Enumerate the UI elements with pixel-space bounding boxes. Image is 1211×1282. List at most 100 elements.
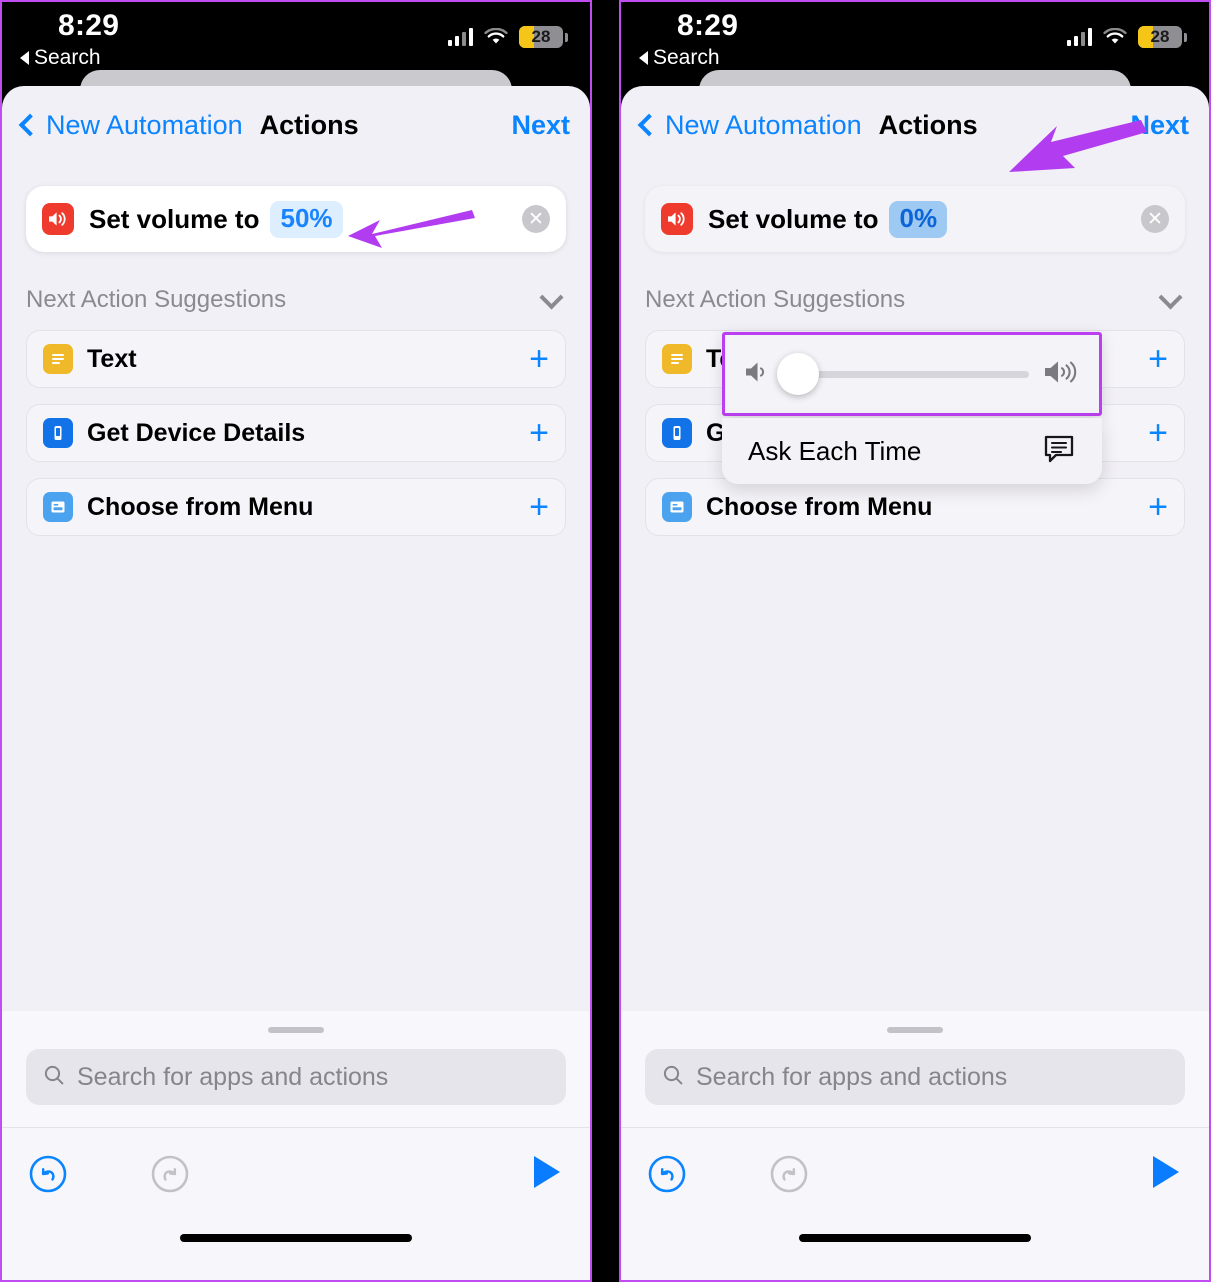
- status-bar-right: 8:29 Search 28: [621, 2, 1209, 74]
- status-time: 8:29: [677, 9, 739, 42]
- play-icon[interactable]: [1147, 1153, 1183, 1196]
- add-action-button[interactable]: +: [1148, 416, 1168, 450]
- search-icon: [661, 1063, 685, 1092]
- actions-scroll-left: Set volume to 50% ✕ Next Action Suggesti…: [2, 164, 590, 1011]
- home-indicator-zone: [621, 1220, 1209, 1280]
- add-action-button[interactable]: +: [529, 490, 549, 524]
- list-item[interactable]: Text +: [26, 330, 566, 388]
- suggestions-title: Next Action Suggestions: [645, 286, 906, 313]
- editor-toolbar: [621, 1128, 1209, 1220]
- wifi-icon: [1103, 27, 1127, 46]
- status-back-to-search[interactable]: Search: [20, 46, 101, 70]
- back-to-new-automation-button[interactable]: New Automation: [637, 110, 862, 141]
- volume-value-popup: Ask Each Time: [722, 332, 1102, 484]
- home-indicator: [799, 1234, 1031, 1242]
- suggestions-header-left[interactable]: Next Action Suggestions: [26, 284, 566, 314]
- value-pill-50-percent[interactable]: 50%: [270, 200, 343, 238]
- home-indicator-zone: [2, 1220, 590, 1280]
- sheet-grabber[interactable]: [887, 1027, 943, 1033]
- battery-percent: 28: [531, 27, 551, 46]
- ask-each-time-label: Ask Each Time: [748, 435, 922, 466]
- search-icon: [42, 1063, 66, 1092]
- clear-action-button[interactable]: ✕: [1141, 205, 1169, 233]
- volume-icon: [42, 203, 74, 235]
- add-action-button[interactable]: +: [1148, 342, 1168, 376]
- battery-icon: 28: [519, 26, 568, 48]
- next-button[interactable]: Next: [1130, 110, 1189, 141]
- suggestions-header-right[interactable]: Next Action Suggestions: [645, 284, 1185, 314]
- back-triangle-icon: [20, 51, 29, 65]
- add-action-button[interactable]: +: [529, 416, 549, 450]
- phone-screenshot-left: 8:29 Search 28 New Automation Actions Ne…: [0, 0, 592, 1282]
- speaker-low-icon: [743, 359, 773, 390]
- list-item-label: Choose from Menu: [706, 492, 933, 521]
- search-input[interactable]: Search for apps and actions: [645, 1049, 1185, 1105]
- action-label: Set volume to: [89, 203, 260, 234]
- page-title: Actions: [259, 109, 359, 140]
- redo-icon[interactable]: [769, 1154, 809, 1194]
- undo-icon[interactable]: [28, 1154, 68, 1194]
- text-icon: [43, 344, 73, 374]
- back-triangle-icon: [639, 51, 648, 65]
- screenshot-stage: 8:29 Search 28 New Automation Actions Ne…: [0, 0, 1211, 1282]
- volume-slider[interactable]: [722, 332, 1102, 416]
- status-icons: 28: [448, 26, 568, 48]
- list-item[interactable]: Choose from Menu +: [26, 478, 566, 536]
- set-volume-action-card[interactable]: Set volume to 0% ✕: [645, 186, 1185, 252]
- bottom-toolbar-left: Search for apps and actions: [2, 1011, 590, 1280]
- clear-action-button[interactable]: ✕: [522, 205, 550, 233]
- status-back-to-search[interactable]: Search: [639, 46, 720, 70]
- nav-bar-right: New Automation Actions Next: [621, 86, 1209, 164]
- search-input[interactable]: Search for apps and actions: [26, 1049, 566, 1105]
- bottom-toolbar-right: Search for apps and actions: [621, 1011, 1209, 1280]
- device-icon: [662, 418, 692, 448]
- search-placeholder: Search for apps and actions: [696, 1062, 1008, 1091]
- nav-bar-left: New Automation Actions Next: [2, 86, 590, 164]
- add-action-button[interactable]: +: [529, 342, 549, 376]
- search-zone: Search for apps and actions: [2, 1011, 590, 1128]
- action-label: Set volume to: [708, 203, 879, 234]
- actions-scroll-right: Set volume to 0% ✕ Next Action Suggestio…: [621, 164, 1209, 1011]
- redo-icon[interactable]: [150, 1154, 190, 1194]
- home-indicator: [180, 1234, 412, 1242]
- set-volume-action-card[interactable]: Set volume to 50% ✕: [26, 186, 566, 252]
- play-icon[interactable]: [528, 1153, 564, 1196]
- undo-icon[interactable]: [647, 1154, 687, 1194]
- volume-icon: [661, 203, 693, 235]
- status-icons: 28: [1067, 26, 1187, 48]
- actions-sheet-right: New Automation Actions Next Set volume t…: [621, 86, 1209, 1280]
- list-item[interactable]: Choose from Menu +: [645, 478, 1185, 536]
- list-item-label: Text: [87, 344, 137, 373]
- page-title: Actions: [878, 109, 978, 140]
- add-action-button[interactable]: +: [1148, 490, 1168, 524]
- chevron-down-icon[interactable]: [539, 284, 564, 310]
- ask-each-time-option[interactable]: Ask Each Time: [722, 418, 1102, 484]
- sheet-grabber[interactable]: [268, 1027, 324, 1033]
- cellular-signal-icon: [1067, 28, 1092, 46]
- volume-slider-thumb[interactable]: [777, 353, 819, 395]
- editor-toolbar: [2, 1128, 590, 1220]
- list-item[interactable]: Get Device Details +: [26, 404, 566, 462]
- chevron-left-icon: [18, 113, 42, 137]
- menu-icon: [662, 492, 692, 522]
- cellular-signal-icon: [448, 28, 473, 46]
- value-pill-0-percent[interactable]: 0%: [889, 200, 948, 238]
- ask-bubble-icon: [1042, 433, 1076, 470]
- text-icon: [662, 344, 692, 374]
- chevron-left-icon: [637, 113, 661, 137]
- actions-sheet-left: New Automation Actions Next Set volume t…: [2, 86, 590, 1280]
- status-back-label: Search: [34, 46, 101, 69]
- list-item-label: Get Device Details: [87, 418, 306, 447]
- next-button[interactable]: Next: [511, 110, 570, 141]
- chevron-down-icon[interactable]: [1158, 284, 1183, 310]
- volume-slider-track[interactable]: [777, 353, 1029, 395]
- status-back-label: Search: [653, 46, 720, 69]
- menu-icon: [43, 492, 73, 522]
- device-icon: [43, 418, 73, 448]
- wifi-icon: [484, 27, 508, 46]
- nav-back-label: New Automation: [46, 109, 243, 140]
- suggestions-title: Next Action Suggestions: [26, 286, 287, 313]
- list-item-label: Choose from Menu: [87, 492, 314, 521]
- back-to-new-automation-button[interactable]: New Automation: [18, 109, 243, 141]
- status-time: 8:29: [58, 9, 120, 42]
